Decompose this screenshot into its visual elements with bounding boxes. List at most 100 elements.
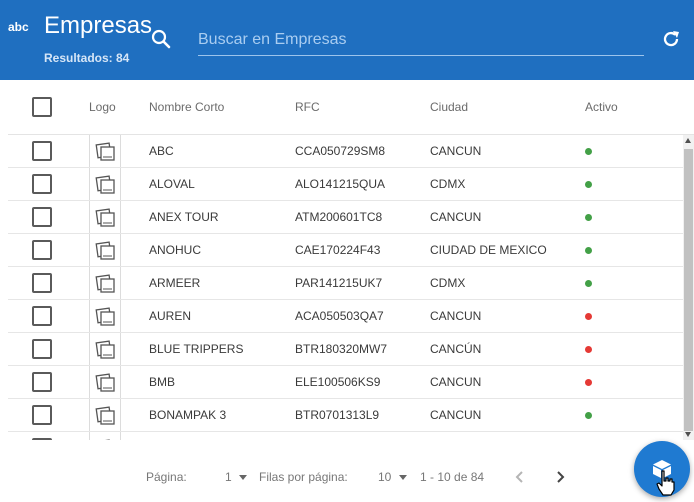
company-city: CIUDAD DE MEXICO	[430, 243, 547, 257]
active-status-dot	[585, 247, 592, 254]
company-rfc: ATM200601TC8	[295, 210, 383, 224]
column-header-logo: Logo	[89, 100, 116, 114]
active-status-dot	[585, 181, 592, 188]
table-row[interactable]: ALOVAL ALO141215QUA CDMX	[8, 168, 683, 201]
page-select[interactable]: 1	[225, 470, 232, 484]
companies-table-card: Logo Nombre Corto RFC Ciudad Activo ABC C…	[8, 80, 694, 502]
image-placeholder-icon	[95, 439, 112, 440]
column-header-active[interactable]: Activo	[585, 100, 618, 114]
image-placeholder-icon	[95, 274, 115, 293]
results-count: Resultados: 84	[44, 51, 130, 65]
company-rfc: ELE100506KS9	[295, 375, 381, 389]
company-logo	[89, 432, 121, 440]
table-scrollbar[interactable]	[683, 135, 694, 440]
company-rfc: ACA050503QA7	[295, 309, 384, 323]
previous-page-icon[interactable]	[508, 465, 532, 489]
row-checkbox[interactable]	[32, 273, 52, 293]
scroll-up-arrow-icon[interactable]	[685, 138, 691, 143]
table-row[interactable]: ARMEER PAR141215UK7 CDMX	[8, 267, 683, 300]
row-checkbox[interactable]	[32, 174, 52, 194]
image-placeholder-icon	[95, 340, 115, 359]
rows-per-page-caret-icon[interactable]	[399, 475, 407, 480]
table-row[interactable]: BONAMPAK 3 BTR0701313L9 CANCUN	[8, 399, 683, 432]
select-all-checkbox[interactable]	[32, 97, 52, 117]
active-status-dot	[585, 280, 592, 287]
image-placeholder-icon	[95, 241, 115, 260]
company-rfc: CAE170224F43	[295, 243, 381, 257]
column-header-name[interactable]: Nombre Corto	[149, 100, 224, 114]
table-row[interactable]: ANOHUC CAE170224F43 CIUDAD DE MEXICO	[8, 234, 683, 267]
company-logo	[89, 300, 121, 332]
company-rfc: ALO141215QUA	[295, 177, 386, 191]
rows-per-page-select[interactable]: 10	[378, 470, 391, 484]
search-input[interactable]	[198, 24, 644, 56]
row-checkbox[interactable]	[32, 405, 52, 425]
table-row[interactable]: BLUE TRIPPERS BTR180320MW7 CANCÚN	[8, 333, 683, 366]
company-name: BLUE TRIPPERS	[149, 342, 244, 356]
active-status-dot	[585, 379, 592, 386]
table-row[interactable]	[8, 432, 683, 440]
image-placeholder-icon	[95, 142, 115, 161]
company-city: CANCUN	[430, 408, 482, 422]
table-row[interactable]: ANEX TOUR ATM200601TC8 CANCUN	[8, 201, 683, 234]
app-window: abc Empresas Resultados: 84 Logo Nombre …	[0, 0, 694, 502]
company-logo	[89, 135, 121, 167]
company-city: CDMX	[430, 177, 466, 191]
company-name: ANEX TOUR	[149, 210, 219, 224]
table-row[interactable]: ABC CCA050729SM8 CANCUN	[8, 135, 683, 168]
active-status-dot	[585, 214, 592, 221]
row-checkbox[interactable]	[32, 240, 52, 260]
company-rfc: BTR0701313L9	[295, 408, 380, 422]
scroll-down-arrow-icon[interactable]	[685, 432, 691, 437]
company-city: CANCÚN	[430, 342, 482, 356]
page-range: 1 - 10 de 84	[420, 470, 485, 484]
company-city: CANCUN	[430, 144, 482, 158]
company-name: AUREN	[149, 309, 192, 323]
pagination-footer: Página: 1 Filas por página: 10 1 - 10 de…	[8, 455, 694, 499]
column-header-rfc[interactable]: RFC	[295, 100, 320, 114]
page-title: Empresas	[44, 12, 153, 39]
company-name: ALOVAL	[149, 177, 195, 191]
page-label: Página:	[146, 470, 187, 484]
company-rfc: PAR141215UK7	[295, 276, 383, 290]
row-checkbox[interactable]	[32, 372, 52, 392]
image-placeholder-icon	[95, 175, 115, 194]
company-name: ARMEER	[149, 276, 201, 290]
company-name: BMB	[149, 375, 176, 389]
column-header-city[interactable]: Ciudad	[430, 100, 468, 114]
row-checkbox[interactable]	[32, 438, 52, 440]
refresh-icon[interactable]	[660, 28, 682, 50]
row-checkbox[interactable]	[32, 339, 52, 359]
app-logo: abc	[8, 20, 29, 34]
active-status-dot	[585, 313, 592, 320]
company-city: CANCUN	[430, 375, 482, 389]
active-status-dot	[585, 148, 592, 155]
company-logo	[89, 201, 121, 233]
table-header: Logo Nombre Corto RFC Ciudad Activo	[8, 80, 694, 135]
scroll-thumb[interactable]	[684, 149, 693, 431]
company-rfc: BTR180320MW7	[295, 342, 388, 356]
next-page-icon[interactable]	[548, 465, 572, 489]
hand-cursor-icon	[656, 470, 675, 496]
company-city: CDMX	[430, 276, 466, 290]
company-logo	[89, 234, 121, 266]
rows-per-page-label: Filas por página:	[259, 470, 348, 484]
company-logo	[89, 267, 121, 299]
page-select-caret-icon[interactable]	[239, 475, 247, 480]
image-placeholder-icon	[95, 208, 115, 227]
company-logo	[89, 333, 121, 365]
company-city: CANCUN	[430, 210, 482, 224]
row-checkbox[interactable]	[32, 306, 52, 326]
table-row[interactable]: BMB ELE100506KS9 CANCUN	[8, 366, 683, 399]
company-name: BONAMPAK 3	[149, 408, 227, 422]
table-row[interactable]: AUREN ACA050503QA7 CANCUN	[8, 300, 683, 333]
row-checkbox[interactable]	[32, 141, 52, 161]
company-city: CANCUN	[430, 309, 482, 323]
company-name: ANOHUC	[149, 243, 202, 257]
table-body: ABC CCA050729SM8 CANCUN ALOVAL ALO141215QUA C…	[8, 135, 683, 440]
header-bar: abc Empresas Resultados: 84	[0, 0, 694, 80]
row-checkbox[interactable]	[32, 207, 52, 227]
search-icon[interactable]	[150, 28, 172, 50]
company-name: ABC	[149, 144, 174, 158]
company-logo	[89, 366, 121, 398]
